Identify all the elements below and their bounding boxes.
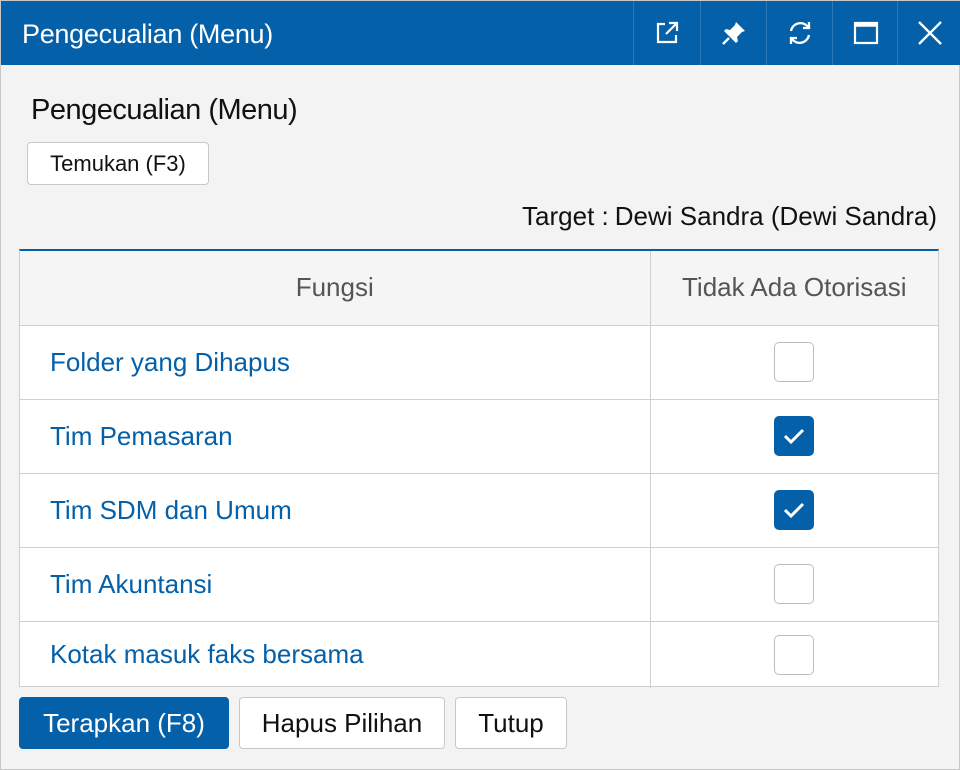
refresh-icon bbox=[789, 22, 810, 44]
checkbox-cell bbox=[650, 325, 938, 400]
table-row: Folder yang Dihapus bbox=[20, 325, 938, 400]
table-row: Tim Pemasaran bbox=[20, 399, 938, 474]
pin-button[interactable] bbox=[700, 1, 766, 65]
dialog-window: Pengecualian (Menu) Pengecualian (Menu) … bbox=[0, 0, 960, 770]
checkbox-cell bbox=[650, 399, 938, 474]
column-header-no-authorization[interactable]: Tidak Ada Otorisasi bbox=[650, 251, 938, 326]
page-title: Pengecualian (Menu) bbox=[31, 94, 298, 126]
target-value: Dewi Sandra (Dewi Sandra) bbox=[614, 201, 937, 231]
checkbox-cell bbox=[650, 547, 938, 622]
apply-button[interactable]: Terapkan (F8) bbox=[19, 697, 229, 749]
pin-icon bbox=[721, 22, 745, 45]
open-external-button[interactable] bbox=[633, 1, 699, 65]
target-info: Target : Dewi Sandra (Dewi Sandra) bbox=[522, 201, 937, 232]
function-name[interactable]: Tim Akuntansi bbox=[20, 547, 651, 622]
checkmark-icon bbox=[784, 502, 805, 519]
function-name[interactable]: Folder yang Dihapus bbox=[20, 325, 651, 400]
function-name[interactable]: Tim SDM dan Umum bbox=[20, 473, 651, 548]
function-name[interactable]: Tim Pemasaran bbox=[20, 399, 651, 474]
no-authorization-checkbox[interactable] bbox=[774, 342, 815, 382]
title-bar: Pengecualian (Menu) bbox=[1, 1, 960, 65]
close-window-button[interactable] bbox=[897, 1, 960, 65]
table-row: Tim Akuntansi bbox=[20, 547, 938, 622]
table-row: Kotak masuk faks bersama bbox=[20, 621, 938, 688]
refresh-button[interactable] bbox=[766, 1, 832, 65]
table-row: Tim SDM dan Umum bbox=[20, 473, 938, 548]
close-icon bbox=[917, 21, 942, 45]
no-authorization-checkbox[interactable] bbox=[774, 490, 815, 530]
checkbox-cell bbox=[650, 473, 938, 548]
maximize-button[interactable] bbox=[832, 1, 898, 65]
close-button[interactable]: Tutup bbox=[455, 697, 567, 749]
maximize-icon bbox=[853, 21, 878, 45]
function-name[interactable]: Kotak masuk faks bersama bbox=[20, 621, 651, 688]
checkbox-cell bbox=[650, 621, 938, 688]
no-authorization-checkbox[interactable] bbox=[774, 634, 815, 675]
window-title: Pengecualian (Menu) bbox=[22, 19, 273, 49]
target-label: Target : bbox=[522, 201, 609, 231]
checkmark-icon bbox=[784, 428, 805, 445]
clear-selection-button[interactable]: Hapus Pilihan bbox=[239, 697, 445, 749]
table-header-row: Fungsi Tidak Ada Otorisasi bbox=[20, 251, 938, 326]
column-header-function[interactable]: Fungsi bbox=[20, 251, 651, 326]
external-link-icon bbox=[656, 21, 678, 44]
no-authorization-checkbox[interactable] bbox=[774, 416, 815, 456]
no-authorization-checkbox[interactable] bbox=[774, 564, 815, 604]
exception-table: Fungsi Tidak Ada Otorisasi Folder yang D… bbox=[19, 249, 939, 688]
find-button[interactable]: Temukan (F3) bbox=[27, 142, 209, 185]
